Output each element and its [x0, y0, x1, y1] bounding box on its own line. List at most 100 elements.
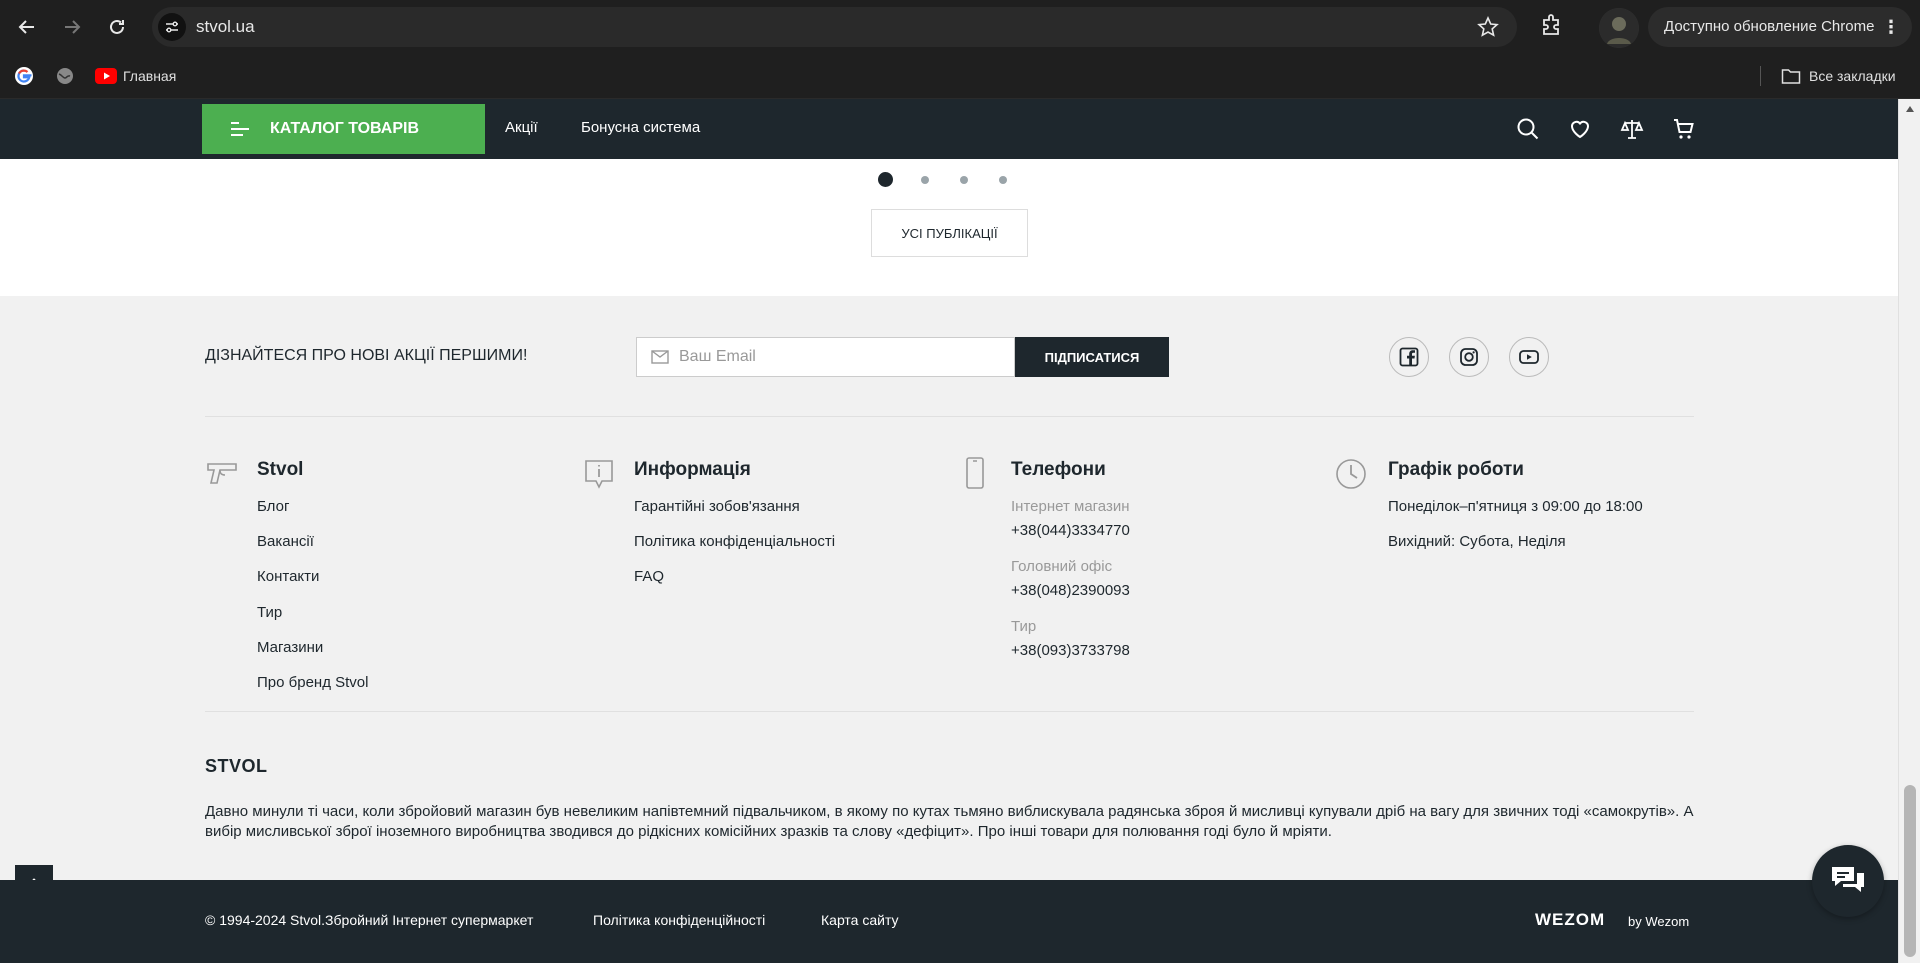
cart-icon — [1674, 119, 1694, 139]
compare-button[interactable] — [1620, 117, 1644, 141]
slider-dot-active[interactable] — [878, 172, 893, 187]
footer-link-contacts[interactable]: Контакти — [257, 568, 319, 585]
site-header: КАТАЛОГ ТОВАРІВ Акції Бонусна система — [0, 99, 1898, 159]
forward-button[interactable] — [57, 12, 87, 42]
browser-toolbar: stvol.ua Доступно обновление Chrome ⋮ — [0, 0, 1920, 53]
reload-icon — [110, 19, 124, 34]
profile-avatar[interactable] — [1599, 8, 1639, 48]
update-label: Доступно обновление Chrome — [1664, 18, 1875, 35]
cart-button[interactable] — [1672, 117, 1696, 141]
facebook-link[interactable] — [1389, 337, 1429, 377]
menu-dots-icon[interactable]: ⋮ — [1882, 7, 1900, 47]
footer-bottom-bar: © 1994-2024 Stvol.Збройний Інтернет супе… — [0, 880, 1898, 963]
chat-button[interactable] — [1812, 845, 1884, 917]
scroll-up-arrow-icon[interactable] — [1905, 105, 1915, 113]
bookmark-globe[interactable] — [55, 65, 75, 87]
column-title-phones: Телефони — [1011, 459, 1106, 480]
chrome-update-button[interactable]: Доступно обновление Chrome ⋮ — [1648, 7, 1912, 47]
youtube-link[interactable] — [1509, 337, 1549, 377]
bookmark-star-button[interactable] — [1477, 16, 1499, 43]
nav-link-bonus[interactable]: Бонусна система — [581, 119, 700, 136]
publications-section: УСІ ПУБЛІКАЦІЇ — [0, 159, 1898, 296]
address-bar[interactable]: stvol.ua — [152, 7, 1517, 47]
phone-label-head-office: Головний офіс — [1011, 558, 1113, 575]
info-icon — [585, 460, 613, 489]
schedule-weekend: Вихідний: Субота, Неділя — [1388, 533, 1566, 550]
all-publications-button[interactable]: УСІ ПУБЛІКАЦІЇ — [871, 209, 1028, 257]
footer-link-privacy[interactable]: Політика конфіденціальності — [634, 533, 835, 550]
slider-dot[interactable] — [999, 176, 1007, 184]
footer-privacy-link[interactable]: Політика конфіденційності — [593, 912, 765, 928]
divider — [205, 711, 1694, 712]
globe-icon — [57, 68, 73, 84]
back-button[interactable] — [12, 12, 42, 42]
phone-number-shooting-range[interactable]: +38(093)3733798 — [1011, 642, 1130, 659]
compare-icon — [1620, 120, 1644, 139]
schedule-weekdays: Понеділок–п'ятниця з 09:00 до 18:00 — [1388, 498, 1643, 515]
youtube-social-icon — [1519, 350, 1539, 364]
copyright-text: © 1994-2024 Stvol.Збройний Інтернет супе… — [205, 912, 534, 928]
column-title-stvol: Stvol — [257, 459, 304, 480]
phone-number-head-office[interactable]: +38(048)2390093 — [1011, 582, 1130, 599]
email-field-wrapper — [636, 337, 1015, 377]
slider-dot[interactable] — [960, 176, 968, 184]
footer-link-about-brand[interactable]: Про бренд Stvol — [257, 674, 368, 691]
catalog-label: КАТАЛОГ ТОВАРІВ — [270, 120, 420, 137]
instagram-icon — [1460, 348, 1478, 366]
footer-link-shooting-range[interactable]: Тир — [257, 604, 282, 621]
reload-button[interactable] — [102, 12, 132, 42]
column-title-info: Информація — [634, 459, 751, 480]
phone-label-online-store: Інтернет магазин — [1011, 498, 1130, 515]
nav-link-promotions[interactable]: Акції — [505, 119, 538, 136]
youtube-icon — [95, 68, 117, 84]
subscribe-title: ДІЗНАЙТЕСЯ ПРО НОВІ АКЦІЇ ПЕРШИМИ! — [205, 347, 528, 364]
catalog-button[interactable]: КАТАЛОГ ТОВАРІВ — [202, 104, 485, 154]
wishlist-button[interactable] — [1568, 117, 1592, 141]
facebook-icon — [1399, 347, 1419, 367]
phone-label-shooting-range: Тир — [1011, 618, 1037, 635]
extensions-button[interactable] — [1537, 12, 1565, 45]
chat-icon — [1832, 867, 1864, 892]
phone-number-online-store[interactable]: +38(044)3334770 — [1011, 522, 1130, 539]
brand-description: Давно минули ті часи, коли збройовий маг… — [205, 803, 1694, 840]
bookmarks-bar: Главная Все закладки — [0, 53, 1920, 99]
bookmark-youtube[interactable]: Главная — [95, 65, 176, 87]
footer-link-stores[interactable]: Магазини — [257, 639, 323, 656]
subscribe-button[interactable]: ПІДПИСАТИСЯ — [1015, 337, 1169, 377]
bookmarks-separator — [1760, 66, 1761, 86]
all-bookmarks-label: Все закладки — [1809, 68, 1896, 84]
search-icon — [1517, 118, 1539, 140]
footer-link-blog[interactable]: Блог — [257, 498, 289, 515]
star-icon — [1477, 16, 1499, 37]
all-bookmarks-button[interactable]: Все закладки — [1781, 65, 1896, 87]
footer-link-warranty[interactable]: Гарантійні зобов'язання — [634, 498, 800, 515]
forward-icon — [65, 20, 81, 34]
by-wezom-text: by Wezom — [1628, 914, 1690, 929]
heart-icon — [1570, 120, 1590, 139]
back-icon — [18, 20, 34, 34]
site-settings-button[interactable] — [158, 13, 186, 41]
wezom-logo[interactable]: WEZOM — [1535, 910, 1605, 930]
email-input[interactable] — [679, 338, 999, 376]
bookmark-label: Главная — [123, 68, 177, 84]
extensions-icon — [1543, 14, 1559, 35]
burger-icon — [231, 122, 249, 136]
footer-link-faq[interactable]: FAQ — [634, 568, 664, 585]
scrollbar-thumb[interactable] — [1904, 785, 1916, 957]
slider-dot[interactable] — [921, 176, 929, 184]
instagram-link[interactable] — [1449, 337, 1489, 377]
gun-icon — [207, 463, 237, 484]
url-text: stvol.ua — [196, 17, 255, 36]
footer-sitemap-link[interactable]: Карта сайту — [821, 912, 899, 928]
mail-icon — [651, 350, 669, 364]
phone-icon — [966, 457, 984, 489]
clock-icon — [1336, 459, 1366, 489]
google-icon — [15, 67, 33, 85]
folder-icon — [1781, 69, 1801, 84]
search-button[interactable] — [1516, 117, 1540, 141]
site-settings-icon — [166, 21, 178, 33]
page-scrollbar[interactable] — [1898, 99, 1920, 963]
brand-title: STVOL — [205, 756, 268, 776]
footer-link-vacancies[interactable]: Вакансії — [257, 533, 314, 550]
bookmark-google[interactable] — [14, 65, 34, 87]
